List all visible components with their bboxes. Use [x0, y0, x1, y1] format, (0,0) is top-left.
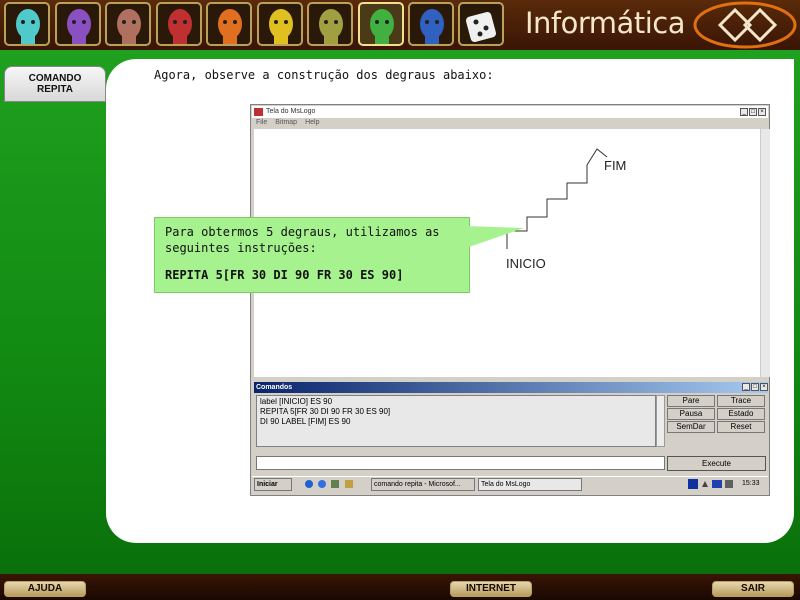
pausa-button[interactable]: Pausa — [667, 408, 715, 420]
minimize-icon[interactable]: _ — [742, 383, 750, 391]
menu-bitmap[interactable]: Bitmap — [275, 119, 297, 126]
sair-button[interactable]: SAIR — [712, 581, 794, 597]
menu-help[interactable]: Help — [305, 119, 319, 126]
commands-title-bar: Comandos — [254, 382, 768, 393]
quick-launch-icons[interactable] — [304, 479, 362, 489]
module-head-button[interactable] — [256, 2, 303, 46]
module-head-button[interactable] — [54, 2, 101, 46]
callout-code: REPITA 5[FR 30 DI 90 FR 30 ES 90] — [165, 268, 404, 282]
menu-file[interactable]: File — [256, 119, 267, 126]
head-icon — [117, 9, 141, 44]
close-icon[interactable]: × — [760, 383, 768, 391]
trace-button[interactable]: Trace — [717, 395, 765, 407]
internet-button[interactable]: INTERNET — [450, 581, 532, 597]
intro-text: Agora, observe a construção dos degraus … — [154, 68, 494, 82]
callout-line-2: seguintes instruções: — [165, 241, 317, 255]
head-icon — [420, 9, 444, 44]
pare-button[interactable]: Pare — [667, 395, 715, 407]
semdar-button[interactable]: SemDar — [667, 421, 715, 433]
ajuda-button[interactable]: AJUDA — [4, 581, 86, 597]
maximize-icon[interactable]: □ — [749, 108, 757, 116]
logo-app-icon — [254, 108, 263, 116]
minimize-icon[interactable]: _ — [740, 108, 748, 116]
reset-button[interactable]: Reset — [717, 421, 765, 433]
head-icon — [66, 9, 91, 44]
command-input[interactable] — [256, 456, 665, 470]
head-icon — [369, 9, 394, 44]
module-head-button[interactable] — [307, 2, 353, 46]
estado-button[interactable]: Estado — [717, 408, 765, 420]
command-line: DI 90 LABEL [FIM] ES 90 — [260, 417, 351, 426]
command-scrollbar[interactable] — [656, 395, 665, 447]
dice-icon — [465, 11, 497, 43]
callout-line-1: Para obtermos 5 degraus, utilizamos as — [165, 225, 440, 239]
command-history[interactable]: label [INICIO] ES 90 REPITA 5[FR 30 DI 9… — [256, 395, 656, 447]
topic-tab[interactable]: COMANDO REPITA — [4, 66, 106, 102]
execute-button[interactable]: Execute — [667, 456, 766, 471]
mslogo-menu: File Bitmap Help — [256, 119, 319, 126]
bottom-bar — [0, 574, 800, 600]
head-icon — [319, 9, 343, 44]
brand-logo-icon — [693, 1, 797, 49]
command-line: label [INICIO] ES 90 — [260, 397, 333, 406]
topic-tab-label: COMANDO REPITA — [28, 73, 82, 95]
label-inicio: INICIO — [506, 256, 546, 271]
mslogo-title: Tela do MsLogo — [266, 108, 316, 115]
canvas-scrollbar[interactable] — [760, 129, 770, 377]
head-icon — [268, 9, 293, 44]
head-icon — [16, 9, 40, 44]
callout-pointer — [466, 226, 524, 248]
dice-button[interactable] — [458, 2, 504, 46]
mslogo-title-bar: Tela do MsLogo — [252, 106, 768, 118]
module-head-button[interactable] — [105, 2, 151, 46]
module-head-button[interactable] — [155, 2, 202, 46]
mslogo-window-controls: _ □ × — [740, 108, 766, 116]
task-comando-repita[interactable]: comando repita - Microsof... — [371, 478, 475, 491]
tray-clock: 15:33 — [742, 480, 760, 487]
brand-title: Informática — [525, 6, 685, 40]
maximize-icon[interactable]: □ — [751, 383, 759, 391]
module-head-button[interactable] — [357, 2, 404, 46]
close-icon[interactable]: × — [758, 108, 766, 116]
start-button[interactable]: Iniciar — [254, 478, 292, 491]
module-head-button[interactable] — [408, 2, 454, 46]
commands-title: Comandos — [256, 384, 293, 391]
tray-icons — [688, 479, 733, 489]
module-head-button[interactable] — [206, 2, 252, 46]
module-head-button[interactable] — [4, 2, 50, 46]
instruction-callout: Para obtermos 5 degraus, utilizamos as s… — [154, 217, 470, 293]
head-icon — [167, 9, 192, 44]
task-mslogo[interactable]: Tela do MsLogo — [478, 478, 582, 491]
command-line: REPITA 5[FR 30 DI 90 FR 30 ES 90] — [260, 407, 391, 416]
head-icon — [218, 9, 242, 44]
commands-window-controls: _ □ × — [742, 383, 768, 391]
label-fim: FIM — [604, 158, 627, 173]
